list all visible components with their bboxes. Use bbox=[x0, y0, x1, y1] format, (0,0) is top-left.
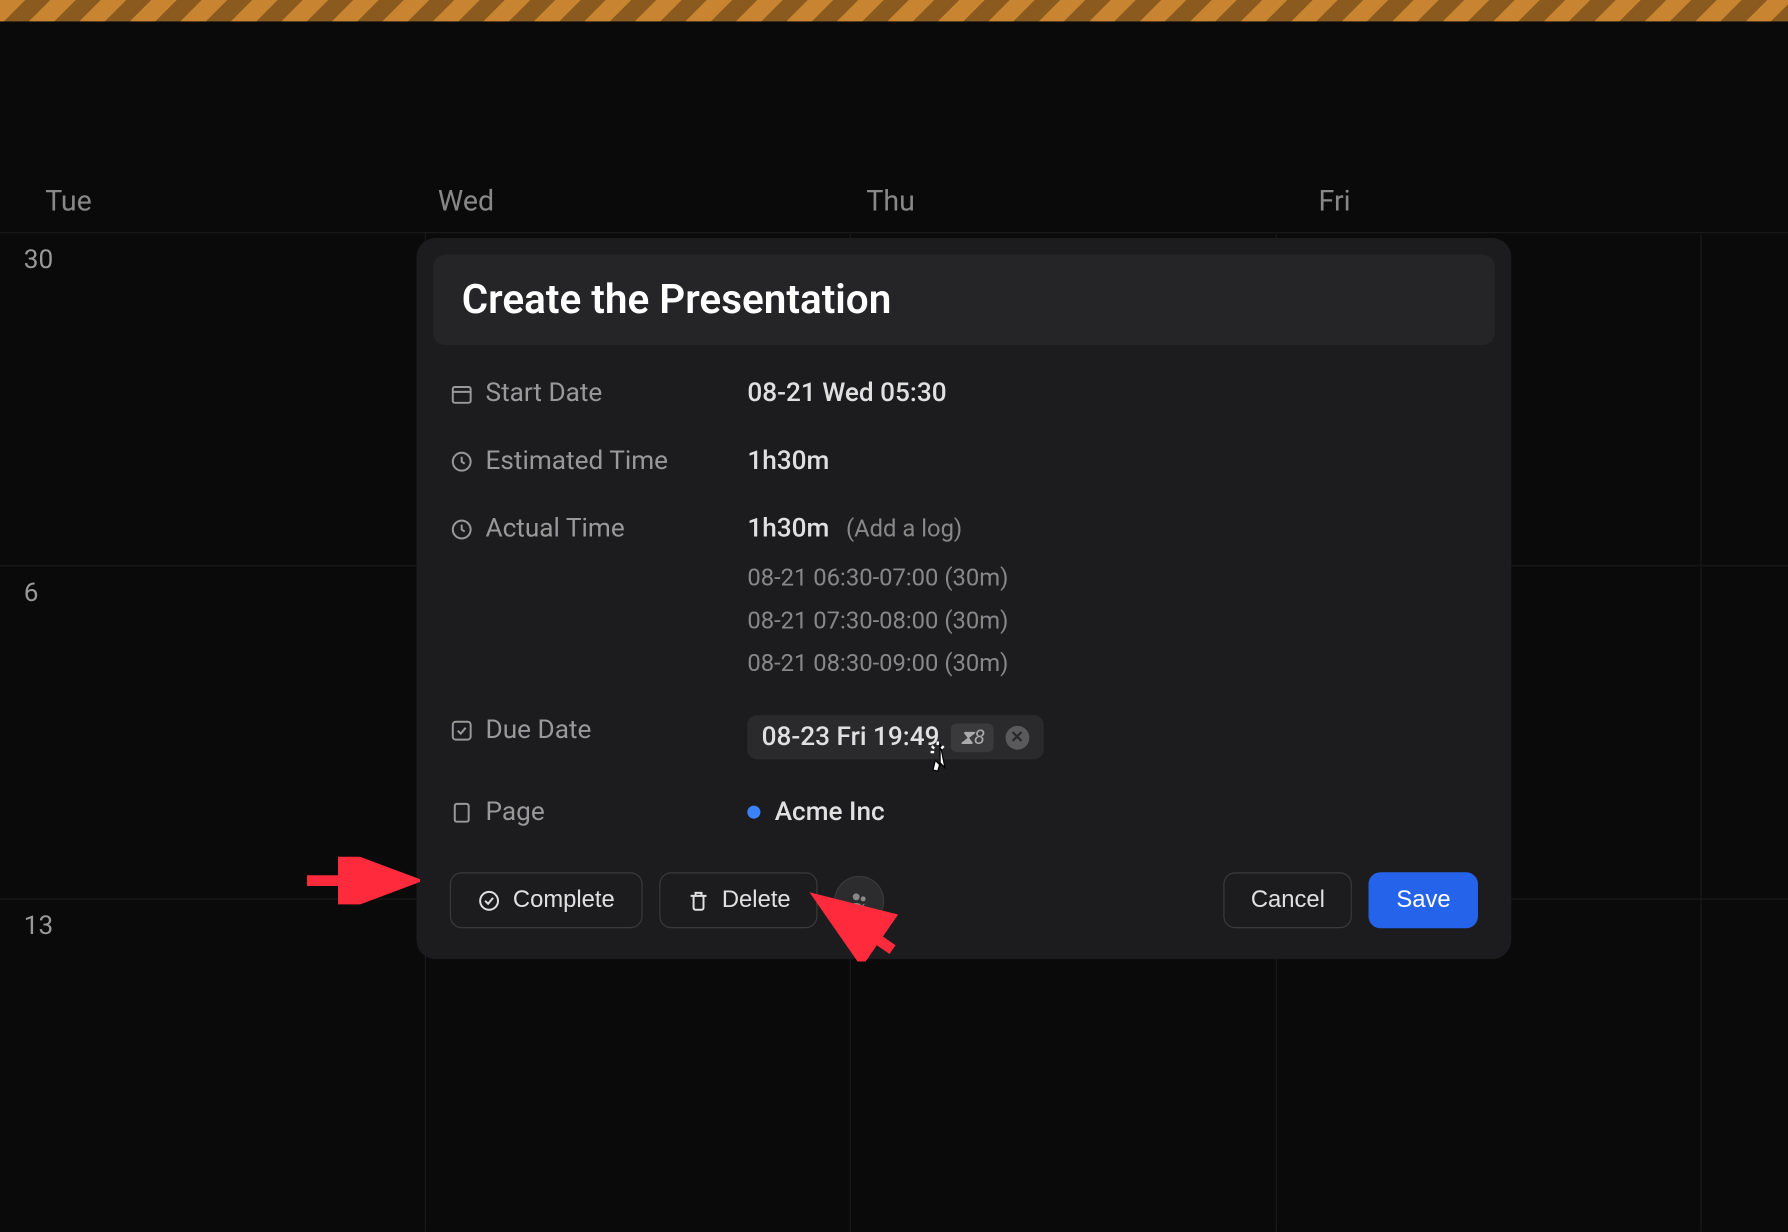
annotation-arrow bbox=[301, 857, 420, 905]
actual-time-value-wrap: 1h30m (Add a log) 08-21 06:30-07:00 (30m… bbox=[747, 514, 1008, 677]
estimated-time-label: Estimated Time bbox=[450, 446, 748, 476]
cursor-pointer-icon bbox=[928, 741, 961, 787]
complete-button[interactable]: Complete bbox=[450, 872, 642, 928]
actual-time-value: 1h30m bbox=[747, 514, 829, 544]
due-date-value: 08-23 Fri 19:49 bbox=[762, 722, 940, 752]
due-date-row: Due Date 08-23 Fri 19:49 ⧗8 ✕ bbox=[450, 696, 1478, 778]
page-value[interactable]: Acme Inc bbox=[747, 797, 884, 827]
day-wed: Wed bbox=[367, 184, 760, 217]
annotation-arrow bbox=[809, 890, 904, 961]
cancel-button[interactable]: Cancel bbox=[1223, 872, 1352, 928]
start-date-label: Start Date bbox=[450, 378, 748, 408]
modal-body: Start Date 08-21 Wed 05:30 Estimated Tim… bbox=[417, 359, 1512, 846]
start-date-value[interactable]: 08-21 Wed 05:30 bbox=[747, 378, 946, 408]
calendar-cell[interactable]: 17 bbox=[1702, 900, 1788, 1232]
check-circle-icon bbox=[477, 888, 501, 912]
log-item[interactable]: 08-21 07:30-08:00 (30m) bbox=[747, 606, 1008, 635]
start-date-row: Start Date 08-21 Wed 05:30 bbox=[450, 359, 1478, 427]
date-num: 30 bbox=[24, 245, 53, 275]
time-logs: 08-21 06:30-07:00 (30m) 08-21 07:30-08:0… bbox=[747, 563, 1008, 677]
calendar-weekday-header: Tue Wed Thu Fri Sat bbox=[0, 184, 1788, 217]
add-log-link[interactable]: (Add a log) bbox=[846, 514, 962, 543]
task-title-text: Create the Presentation bbox=[462, 276, 1466, 324]
due-date-label: Due Date bbox=[450, 715, 748, 745]
calendar-icon bbox=[450, 381, 474, 405]
task-title-input[interactable]: Create the Presentation bbox=[433, 255, 1494, 345]
day-fri: Fri bbox=[1188, 184, 1640, 217]
date-num: 13 bbox=[24, 912, 53, 942]
trash-icon bbox=[686, 888, 710, 912]
day-tue: Tue bbox=[0, 184, 367, 217]
footer-right: Cancel Save bbox=[1223, 872, 1477, 928]
page-row: Page Acme Inc bbox=[450, 778, 1478, 846]
log-item[interactable]: 08-21 08:30-09:00 (30m) bbox=[747, 649, 1008, 678]
page-label: Page bbox=[450, 797, 748, 827]
page-color-dot bbox=[747, 806, 760, 819]
page-name: Acme Inc bbox=[775, 797, 885, 827]
date-num: 6 bbox=[24, 578, 39, 608]
modal-footer: Complete Delete Cancel Save bbox=[417, 846, 1512, 959]
actual-time-row: Actual Time 1h30m (Add a log) 08-21 06:3… bbox=[450, 495, 1478, 696]
clock-icon bbox=[450, 449, 474, 473]
calendar-cell[interactable]: 13 bbox=[0, 900, 426, 1232]
clear-due-date-icon[interactable]: ✕ bbox=[1005, 725, 1029, 749]
due-date-value-wrap[interactable]: 08-23 Fri 19:49 ⧗8 ✕ bbox=[747, 715, 1043, 759]
page-icon bbox=[450, 800, 474, 824]
delete-button[interactable]: Delete bbox=[659, 872, 818, 928]
estimated-time-row: Estimated Time 1h30m bbox=[450, 427, 1478, 495]
calendar-cell[interactable]: 30 bbox=[0, 233, 426, 565]
estimated-time-value[interactable]: 1h30m bbox=[747, 446, 829, 476]
calendar-cell[interactable]: 3 bbox=[1702, 233, 1788, 565]
actual-time-label: Actual Time bbox=[450, 514, 748, 544]
task-edit-modal: Create the Presentation Start Date 08-21… bbox=[417, 238, 1512, 959]
save-button[interactable]: Save bbox=[1369, 872, 1478, 928]
clock-icon bbox=[450, 517, 474, 541]
day-thu: Thu bbox=[759, 184, 1187, 217]
title-bar bbox=[0, 0, 1788, 21]
calendar-cell[interactable]: 10 bbox=[1702, 566, 1788, 898]
calendar-cell[interactable]: 6 bbox=[0, 566, 426, 898]
day-sat: Sat bbox=[1640, 184, 1788, 217]
log-item[interactable]: 08-21 06:30-07:00 (30m) bbox=[747, 563, 1008, 592]
checkbox-icon bbox=[450, 718, 474, 742]
